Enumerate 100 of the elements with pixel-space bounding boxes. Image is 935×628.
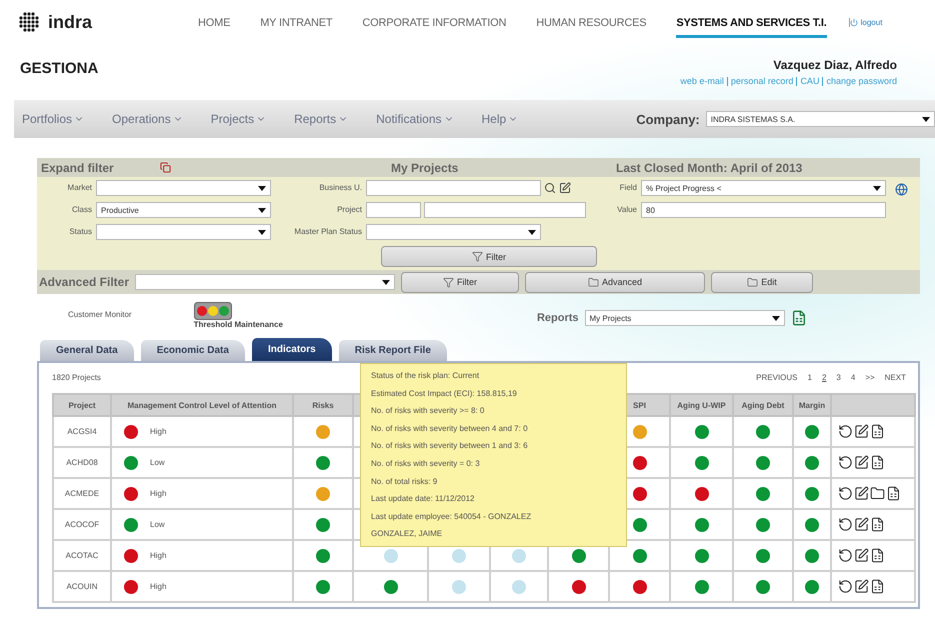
threshold-link[interactable]: Threshold Maintenance [194, 320, 283, 329]
filter-button[interactable]: Filter [381, 246, 597, 267]
logo-icon [18, 11, 40, 33]
menu-item[interactable]: Reports [294, 112, 348, 126]
globe-icon[interactable] [895, 183, 908, 196]
tooltip-line: No. of risks with severity between 1 and 3: 6 [371, 440, 529, 452]
table-cell: High [150, 427, 166, 436]
input-field[interactable] [366, 202, 421, 218]
dropdown-arrow-icon [258, 186, 266, 190]
table-cell: Low [150, 458, 165, 467]
last-closed-value: April of 2013 [730, 160, 802, 174]
page-link[interactable]: >> [865, 372, 875, 382]
tab[interactable]: Indicators [252, 338, 332, 361]
nav-link[interactable]: HUMAN RESOURCES [536, 12, 646, 38]
menu-item[interactable]: Notifications [376, 112, 454, 126]
tab[interactable]: General Data [40, 340, 134, 361]
folder-icon [747, 276, 758, 288]
table-cell: Low [150, 520, 165, 529]
project-count: 1820 Projects [52, 372, 101, 382]
tooltip-line: GONZALEZ, JAIME [371, 528, 444, 540]
select-field[interactable] [96, 180, 271, 196]
rotate-arrow-icon[interactable] [838, 455, 853, 470]
spreadsheet-icon[interactable] [870, 548, 885, 563]
logout-link[interactable]: logout [860, 18, 882, 26]
input-field[interactable] [424, 202, 586, 218]
menu-item[interactable]: Operations [112, 112, 183, 126]
table-cell: ACHD08 [66, 458, 98, 467]
expand-filter-label[interactable]: Expand filter [41, 160, 114, 174]
spreadsheet-icon[interactable] [870, 424, 885, 439]
tooltip-line: Status of the risk plan: Current [371, 370, 480, 382]
select-field[interactable] [366, 224, 541, 240]
menu-item[interactable]: Projects [210, 112, 266, 126]
select-field[interactable] [135, 274, 396, 290]
tooltip-line: No. of risks with severity = 0: 3 [371, 458, 481, 470]
edit-icon[interactable] [854, 486, 869, 501]
column-header: Project [53, 394, 111, 416]
tooltip-line: Last update employee: 540054 - GONZALEZ [371, 510, 532, 523]
toolbar-button[interactable]: Advanced [525, 272, 706, 292]
nav-link[interactable]: HOME [198, 12, 230, 38]
app-title: GESTIONA [20, 60, 98, 79]
menu-item[interactable]: Help [482, 112, 518, 126]
nav-link[interactable]: SYSTEMS AND SERVICES T.I. [676, 12, 827, 38]
search-icon[interactable] [544, 182, 556, 194]
reports-label: Reports [536, 312, 578, 324]
edit-icon[interactable] [854, 579, 869, 594]
rotate-arrow-icon[interactable] [838, 548, 853, 563]
monitor-label: Customer Monitor [68, 310, 132, 319]
filter-icon [443, 276, 454, 288]
nav-link[interactable]: MY INTRANET [260, 12, 332, 38]
spreadsheet-icon[interactable] [886, 486, 901, 501]
input-field[interactable] [366, 180, 541, 196]
toolbar-button[interactable]: Filter [401, 272, 520, 292]
page-link[interactable]: 4 [850, 372, 856, 382]
spreadsheet-icon[interactable] [870, 517, 885, 532]
rotate-arrow-icon[interactable] [838, 424, 853, 439]
edit-icon[interactable] [559, 182, 571, 194]
select-field[interactable] [96, 224, 271, 240]
edit-icon[interactable] [854, 455, 869, 470]
field-label: Class [70, 205, 92, 215]
company-select[interactable]: INDRA SISTEMAS S.A. [706, 111, 935, 127]
field-label: Field [618, 183, 637, 193]
edit-icon[interactable] [854, 517, 869, 532]
power-icon[interactable] [848, 18, 858, 26]
table-cell: High [150, 551, 166, 560]
tooltip-line: No. of risks with severity between 4 and 7: 0 [371, 422, 529, 435]
dropdown-arrow-icon [873, 186, 881, 190]
nav-link[interactable]: CORPORATE INFORMATION [362, 12, 506, 38]
field-label: Project [336, 205, 362, 215]
edit-icon[interactable] [854, 424, 869, 439]
field-label: Value [616, 205, 637, 215]
page-link[interactable]: 3 [836, 372, 841, 382]
folder-icon[interactable] [870, 486, 885, 501]
field-label: Business U. [318, 183, 362, 193]
page-link[interactable]: PREVIOUS [756, 372, 798, 382]
tab[interactable]: Risk Report File [338, 340, 447, 361]
dropdown-arrow-icon [922, 116, 930, 122]
reports-select[interactable]: My Projects [584, 310, 784, 326]
spreadsheet-icon[interactable] [870, 579, 885, 594]
select-field[interactable]: % Project Progress < [641, 180, 886, 196]
page-link[interactable]: NEXT [884, 372, 906, 382]
field-label: Market [66, 183, 92, 193]
select-field[interactable]: Productive [96, 202, 271, 218]
spreadsheet-icon[interactable] [870, 455, 885, 470]
input-field[interactable]: 80 [641, 202, 886, 218]
copy-icon[interactable] [160, 162, 171, 173]
toolbar-button[interactable]: Edit [711, 272, 814, 292]
table-cell: High [150, 582, 166, 591]
traffic-light-icon[interactable] [194, 302, 232, 320]
menu-item[interactable]: Portfolios [22, 112, 84, 126]
edit-icon[interactable] [854, 548, 869, 563]
rotate-arrow-icon[interactable] [838, 517, 853, 532]
folder-icon [588, 276, 600, 288]
tooltip-line: Estimated Cost Impact (ECI): 158.815,19 [371, 388, 518, 400]
page-link[interactable]: 2 [822, 372, 826, 382]
tab[interactable]: Economic Data [140, 340, 245, 361]
page-link[interactable]: 1 [808, 372, 812, 382]
rotate-arrow-icon[interactable] [838, 486, 853, 501]
rotate-arrow-icon[interactable] [838, 579, 853, 594]
advanced-filter-label: Advanced Filter [39, 275, 130, 289]
dropdown-arrow-icon [772, 316, 780, 320]
